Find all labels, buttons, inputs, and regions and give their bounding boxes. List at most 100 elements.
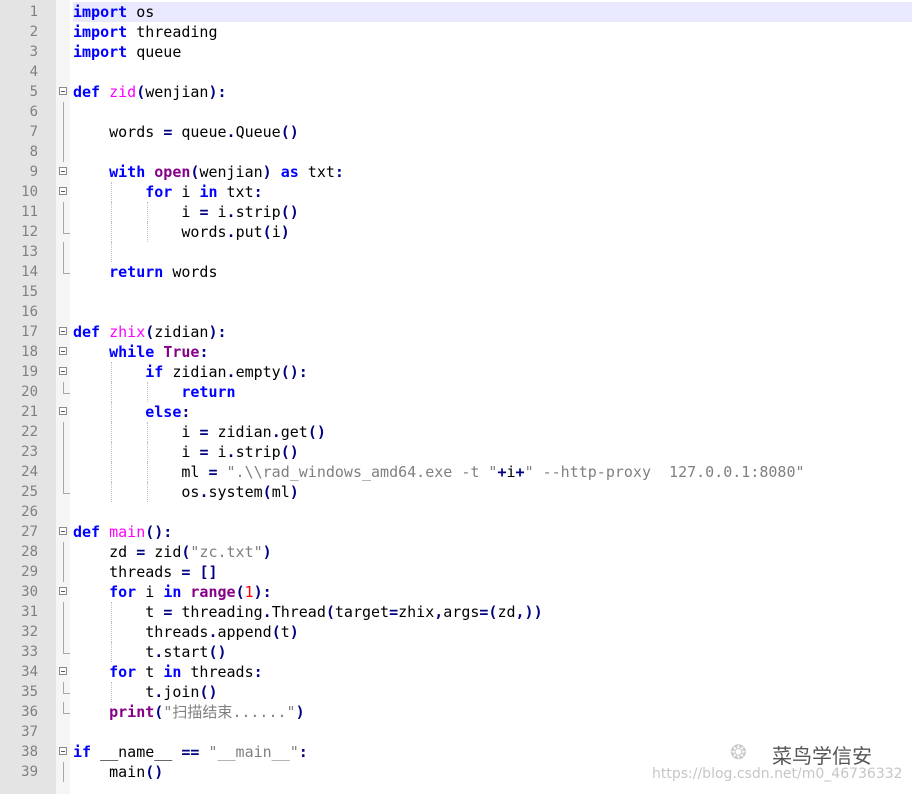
fold-toggle-icon[interactable] bbox=[59, 587, 67, 595]
code-text[interactable]: i = i.strip() bbox=[73, 202, 912, 222]
code-line[interactable]: 17 def zhix(zidian): bbox=[0, 322, 912, 342]
code-line[interactable]: 32 threads.append(t) bbox=[0, 622, 912, 642]
fold-toggle-icon[interactable] bbox=[59, 167, 67, 175]
code-token: : bbox=[334, 163, 344, 181]
fold-end-marker bbox=[63, 702, 70, 714]
code-line[interactable]: 12 words.put(i) bbox=[0, 222, 912, 242]
code-text[interactable]: ​ bbox=[73, 242, 912, 262]
code-line[interactable]: 31 t = threading.Thread(target=zhix,args… bbox=[0, 602, 912, 622]
fold-toggle-icon[interactable] bbox=[59, 667, 67, 675]
code-text[interactable]: for t in threads: bbox=[73, 662, 912, 682]
code-line[interactable]: 6​ bbox=[0, 102, 912, 122]
code-line[interactable]: 34 for t in threads: bbox=[0, 662, 912, 682]
code-token: import bbox=[73, 23, 128, 41]
code-text[interactable]: os.system(ml) bbox=[73, 482, 912, 502]
code-token: , bbox=[434, 603, 444, 621]
code-line[interactable]: 20 return bbox=[0, 382, 912, 402]
code-text[interactable]: ​ bbox=[73, 142, 912, 162]
code-token: i bbox=[136, 583, 164, 601]
code-line[interactable]: 10 for i in txt: bbox=[0, 182, 912, 202]
code-line[interactable]: 19 if zidian.empty(): bbox=[0, 362, 912, 382]
code-text[interactable]: ​ bbox=[73, 302, 912, 322]
code-line[interactable]: 11 i = i.strip() bbox=[0, 202, 912, 222]
code-token: ) bbox=[262, 543, 272, 561]
code-line[interactable]: 33 t.start() bbox=[0, 642, 912, 662]
code-line[interactable]: 27 def main(): bbox=[0, 522, 912, 542]
code-line[interactable]: 13 ​ bbox=[0, 242, 912, 262]
code-text[interactable]: ml = ".\\rad_windows_amd64.exe -t "+i+" … bbox=[73, 462, 912, 482]
code-line[interactable]: 37 ​ bbox=[0, 722, 912, 742]
code-text[interactable]: with open(wenjian) as txt: bbox=[73, 162, 912, 182]
fold-toggle-icon[interactable] bbox=[59, 407, 67, 415]
code-text[interactable]: i = i.strip() bbox=[73, 442, 912, 462]
line-number: 35 bbox=[21, 684, 38, 700]
code-line[interactable]: 26 ​ bbox=[0, 502, 912, 522]
code-line[interactable]: 7 words = queue.Queue() bbox=[0, 122, 912, 142]
fold-toggle-icon[interactable] bbox=[59, 367, 67, 375]
code-text[interactable]: t.join() bbox=[73, 682, 912, 702]
code-text[interactable]: ​ bbox=[73, 282, 912, 302]
code-editor[interactable]: 1 import os 2 import threading 3 import queue… bbox=[0, 0, 912, 794]
code-text[interactable]: def main(): bbox=[73, 522, 912, 542]
code-text[interactable]: def zid(wenjian): bbox=[73, 82, 912, 102]
fold-toggle-icon[interactable] bbox=[59, 327, 67, 335]
code-line[interactable]: 9 with open(wenjian) as txt: bbox=[0, 162, 912, 182]
code-text[interactable]: import queue bbox=[73, 42, 912, 62]
code-line[interactable]: 25 os.system(ml) bbox=[0, 482, 912, 502]
code-text[interactable]: def zhix(zidian): bbox=[73, 322, 912, 342]
code-line[interactable]: 14 return words bbox=[0, 262, 912, 282]
code-line[interactable]: 1 import os bbox=[0, 2, 912, 22]
code-token: =( bbox=[479, 603, 498, 621]
code-token: wenjian bbox=[199, 163, 263, 181]
fold-toggle-icon[interactable] bbox=[59, 527, 67, 535]
fold-toggle-icon[interactable] bbox=[59, 87, 67, 95]
code-line[interactable]: 21 else: bbox=[0, 402, 912, 422]
code-text[interactable]: threads.append(t) bbox=[73, 622, 912, 642]
code-line[interactable]: 28 zd = zid("zc.txt") bbox=[0, 542, 912, 562]
code-line[interactable]: 8​ bbox=[0, 142, 912, 162]
code-text[interactable]: i = zidian.get() bbox=[73, 422, 912, 442]
code-text[interactable]: else: bbox=[73, 402, 912, 422]
code-text[interactable]: words.put(i) bbox=[73, 222, 912, 242]
code-text[interactable]: ​ bbox=[73, 722, 912, 742]
code-text[interactable]: words = queue.Queue() bbox=[73, 122, 912, 142]
code-line[interactable]: 23 i = i.strip() bbox=[0, 442, 912, 462]
fold-toggle-icon[interactable] bbox=[59, 187, 67, 195]
code-text[interactable]: if zidian.empty(): bbox=[73, 362, 912, 382]
code-text[interactable]: ​ bbox=[73, 502, 912, 522]
code-line[interactable]: 30 for i in range(1): bbox=[0, 582, 912, 602]
code-text[interactable]: import threading bbox=[73, 22, 912, 42]
code-text[interactable]: print("扫描结束......") bbox=[73, 702, 912, 722]
line-number: 4 bbox=[29, 64, 38, 80]
code-text[interactable]: t.start() bbox=[73, 642, 912, 662]
code-text[interactable]: for i in txt: bbox=[73, 182, 912, 202]
code-text[interactable]: t = threading.Thread(target=zhix,args=(z… bbox=[73, 602, 912, 622]
code-text[interactable]: for i in range(1): bbox=[73, 582, 912, 602]
code-text[interactable]: zd = zid("zc.txt") bbox=[73, 542, 912, 562]
code-token: ) bbox=[280, 223, 290, 241]
code-text[interactable]: ​ bbox=[73, 62, 912, 82]
code-line[interactable]: 16 ​ bbox=[0, 302, 912, 322]
code-line[interactable]: 29 threads = [] bbox=[0, 562, 912, 582]
code-line[interactable]: 24 ml = ".\\rad_windows_amd64.exe -t "+i… bbox=[0, 462, 912, 482]
fold-toggle-icon[interactable] bbox=[59, 747, 67, 755]
code-text[interactable]: import os bbox=[73, 2, 912, 22]
code-line[interactable]: 22 i = zidian.get() bbox=[0, 422, 912, 442]
code-text[interactable]: ​ bbox=[73, 102, 912, 122]
fold-toggle-icon[interactable] bbox=[59, 347, 67, 355]
code-token: ) bbox=[289, 483, 299, 501]
code-text[interactable]: return bbox=[73, 382, 912, 402]
code-line[interactable]: 4​ bbox=[0, 62, 912, 82]
code-line[interactable]: 18 while True: bbox=[0, 342, 912, 362]
code-line[interactable]: 2 import threading bbox=[0, 22, 912, 42]
code-line[interactable]: 35 t.join() bbox=[0, 682, 912, 702]
code-text[interactable]: threads = [] bbox=[73, 562, 912, 582]
code-text[interactable]: return words bbox=[73, 262, 912, 282]
code-token: True bbox=[163, 343, 200, 361]
code-line[interactable]: 36 print("扫描结束......") bbox=[0, 702, 912, 722]
code-line[interactable]: 3 import queue bbox=[0, 42, 912, 62]
code-text[interactable]: while True: bbox=[73, 342, 912, 362]
code-line[interactable]: 5 def zid(wenjian): bbox=[0, 82, 912, 102]
code-line[interactable]: 15 ​ bbox=[0, 282, 912, 302]
code-token: def bbox=[73, 83, 101, 101]
